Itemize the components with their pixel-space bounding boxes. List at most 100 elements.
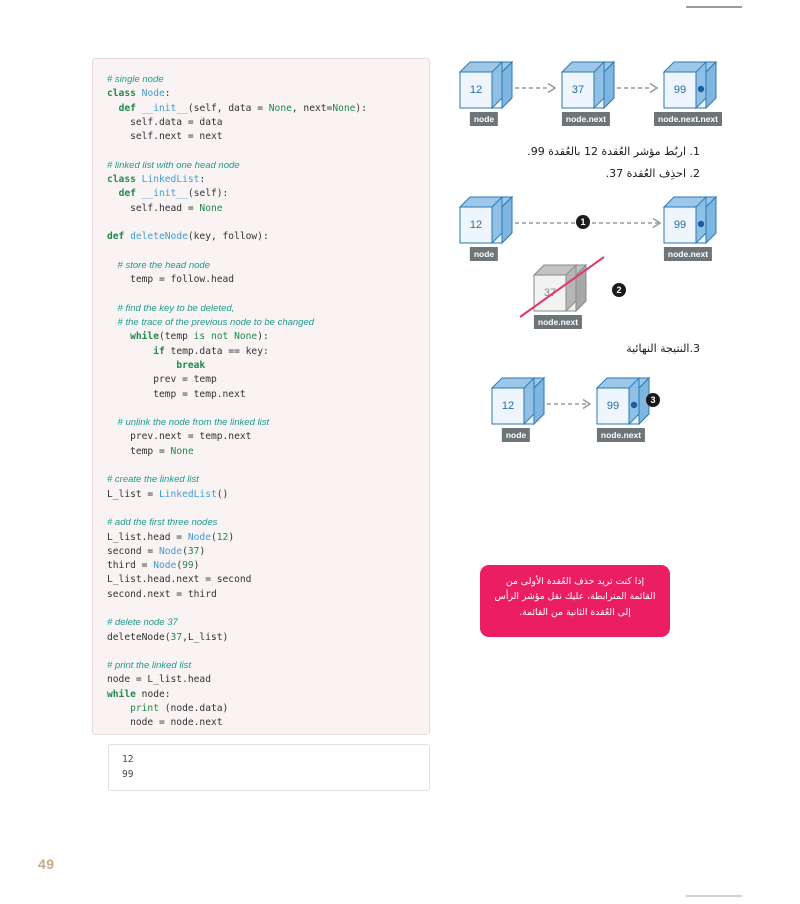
code-line: print (node.data) <box>130 703 229 715</box>
code-line: # print the linked list <box>107 660 191 672</box>
delete-strike-line <box>516 253 608 326</box>
diagram-initial-list: 12 node 37 node.next 99 node.next.next <box>450 50 750 138</box>
code-line: second.next = third <box>107 588 217 600</box>
code-line: second = Node(37) <box>107 545 206 557</box>
code-line: # find the key to be deleted, <box>107 302 235 314</box>
code-line: def deleteNode(key, follow): <box>107 231 269 243</box>
step-badge-1: 1 <box>576 215 590 229</box>
node-12: 12 node <box>458 60 514 126</box>
node-value: 99 <box>673 84 687 96</box>
step-badge-3: 3 <box>646 393 660 407</box>
node-label: node <box>501 428 531 442</box>
node-value: 37 <box>571 84 585 96</box>
code-line: L_list.head = Node(12) <box>107 531 235 543</box>
node-99: 99 node.next.next <box>654 60 722 126</box>
code-line: prev = temp <box>107 374 217 386</box>
page-number: 49 <box>38 856 55 872</box>
output-line: 99 <box>122 768 134 780</box>
diagram-final-result: 12 node 99 node.next 3 <box>450 368 750 458</box>
code-listing: # single node class Node: def __init__(se… <box>107 73 429 731</box>
node-cube: 37 <box>560 60 616 110</box>
arrow-12-to-99 <box>547 397 597 415</box>
node-cube: 99 <box>595 376 651 426</box>
crop-mark-bottom <box>686 895 742 897</box>
code-line: L_list.head.next = second <box>107 574 252 586</box>
step-3-text: 3.النتيجة النهائية <box>626 342 700 355</box>
node-label: node.next <box>561 112 611 126</box>
node-37: 37 node.next <box>560 60 616 126</box>
code-line: # store the head node <box>107 259 210 271</box>
tip-callout-box: إذا كنت تريد حذف العُقدة الأولى من القائ… <box>480 565 670 637</box>
node-value: 12 <box>501 400 515 412</box>
code-line: L_list = LinkedList() <box>107 488 229 500</box>
node-label: node <box>469 112 499 126</box>
code-line: # delete node 37 <box>107 617 178 629</box>
output-line: 12 <box>122 754 134 765</box>
code-line: third = Node(99) <box>107 560 200 572</box>
node-value: 12 <box>469 219 483 231</box>
step-1-text: 1. اربُط مؤشر العُقدة 12 بالعُقدة 99. <box>527 145 700 158</box>
node-12: 12 node <box>490 376 546 442</box>
code-line: self.data = data <box>107 116 223 128</box>
node-label: node.next <box>663 247 713 261</box>
code-line: def __init__(self, data = None, next=Non… <box>118 102 367 114</box>
node-cube: 99 <box>662 60 718 110</box>
tip-callout-text: إذا كنت تريد حذف العُقدة الأولى من القائ… <box>494 576 656 618</box>
step-badge-2: 2 <box>612 283 626 297</box>
program-output-panel: 12 99 <box>108 744 430 791</box>
step-2-text: 2. احذِف العُقدة 37. <box>605 167 700 180</box>
diagram-relink-delete: 12 node 1 99 node.next 37 node.next 2 <box>450 195 750 335</box>
code-line: self.head = None <box>107 202 223 214</box>
code-line: break <box>176 359 206 371</box>
code-line: class LinkedList: <box>107 174 206 186</box>
node-value: 99 <box>673 219 687 231</box>
code-line: # linked list with one head node <box>107 159 240 171</box>
code-line: temp = temp.next <box>107 388 246 400</box>
node-99: 99 node.next <box>595 376 651 442</box>
code-line: # single node <box>107 74 164 85</box>
code-line: while(temp is not None): <box>130 331 269 343</box>
code-line: if temp.data == key: <box>153 345 269 357</box>
node-label: node <box>469 247 499 261</box>
code-line: node = node.next <box>107 717 223 729</box>
node-cube: 12 <box>458 60 514 110</box>
node-cube: 12 <box>490 376 546 426</box>
code-line: # create the linked list <box>107 474 199 486</box>
code-line: temp = None <box>107 445 194 457</box>
node-value: 12 <box>469 84 483 96</box>
code-line: class Node: <box>107 88 171 100</box>
null-pointer-dot <box>697 220 705 228</box>
crop-mark-top <box>686 6 742 8</box>
program-output-text: 12 99 <box>122 753 429 782</box>
code-line: # unlink the node from the linked list <box>107 417 270 429</box>
node-cube: 12 <box>458 195 514 245</box>
code-line: temp = follow.head <box>107 274 235 286</box>
code-line: while node: <box>107 688 171 700</box>
arrow-12-to-99 <box>515 216 665 234</box>
arrow-37-to-99 <box>617 81 663 99</box>
code-block-panel: # single node class Node: def __init__(se… <box>92 58 430 735</box>
code-line: prev.next = temp.next <box>107 431 252 443</box>
node-cube: 99 <box>662 195 718 245</box>
arrow-12-to-37 <box>515 81 561 99</box>
node-99: 99 node.next <box>662 195 718 261</box>
node-label: node.next <box>596 428 646 442</box>
code-line: def __init__(self): <box>118 188 229 200</box>
null-pointer-dot <box>697 85 705 93</box>
code-line: node = L_list.head <box>107 674 211 686</box>
code-line: deleteNode(37,L_list) <box>107 631 229 643</box>
node-label: node.next.next <box>654 112 722 126</box>
code-line: # the trace of the previous node to be c… <box>107 317 315 329</box>
node-12: 12 node <box>458 195 514 261</box>
code-line: self.next = next <box>107 131 223 143</box>
null-pointer-dot <box>630 401 638 409</box>
